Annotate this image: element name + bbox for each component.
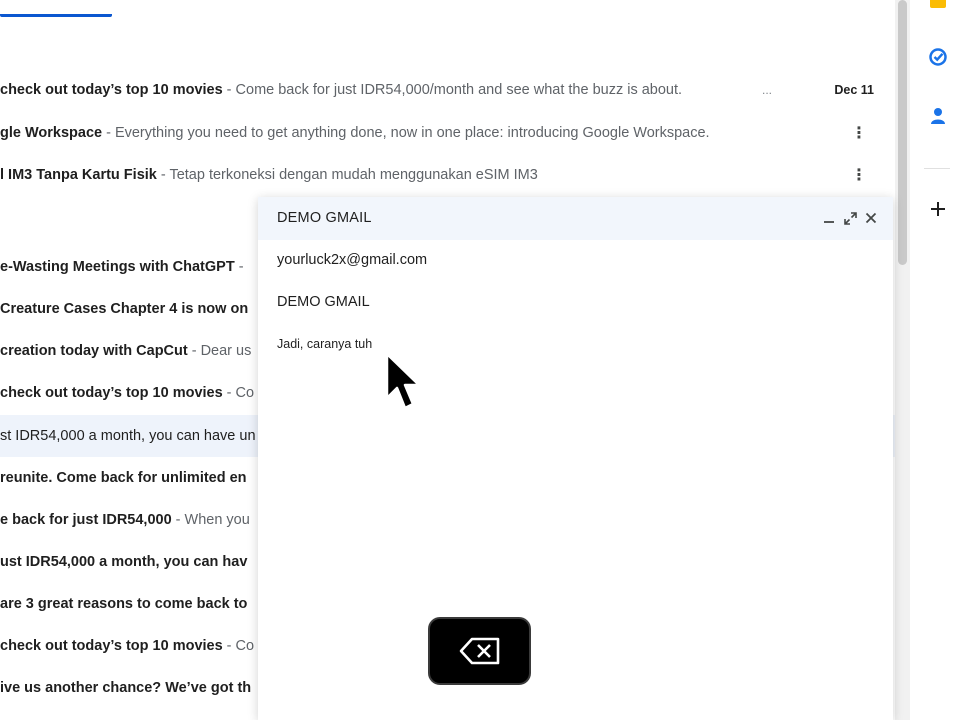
close-icon[interactable] bbox=[863, 209, 879, 227]
email-snippet: - When you bbox=[175, 512, 250, 528]
backspace-key-overlay bbox=[428, 617, 531, 685]
compose-title: DEMO GMAIL bbox=[277, 210, 372, 226]
minimize-icon[interactable] bbox=[821, 209, 837, 227]
email-subject: ive us another chance? We’ve got th bbox=[0, 680, 252, 696]
email-snippet: - Tetap terkoneksi dengan mudah mengguna… bbox=[160, 167, 538, 183]
email-snippet: - Everything you need to get anything do… bbox=[106, 125, 710, 141]
active-tab-indicator bbox=[0, 14, 112, 17]
message-body[interactable]: Jadi, caranya tuh bbox=[277, 337, 372, 351]
rail-divider bbox=[924, 168, 950, 169]
email-subject: reunite. Come back for unlimited en bbox=[0, 470, 247, 486]
email-subject: are 3 great reasons to come back to bbox=[0, 596, 248, 612]
email-subject: ust IDR54,000 a month, you can hav bbox=[0, 554, 248, 570]
email-subject: Creature Cases Chapter 4 is now on bbox=[0, 301, 249, 317]
more-vert-icon[interactable]: ⋮ bbox=[851, 165, 867, 185]
email-subject: check out today’s top 10 movies bbox=[0, 82, 223, 98]
email-row[interactable]: check out today’s top 10 movies - Come b… bbox=[0, 69, 895, 111]
email-snippet: - Co bbox=[226, 385, 255, 401]
email-row[interactable]: gle Workspace - Everything you need to g… bbox=[0, 112, 895, 154]
contacts-icon[interactable] bbox=[928, 106, 948, 126]
email-subject: e-Wasting Meetings with ChatGPT bbox=[0, 259, 235, 275]
email-subject: l IM3 Tanpa Kartu Fisik bbox=[0, 167, 157, 183]
inbox-scrollbar-thumb[interactable] bbox=[898, 0, 907, 265]
keep-icon[interactable] bbox=[928, 0, 948, 12]
email-date: Dec 11 bbox=[834, 83, 874, 97]
email-row[interactable]: l IM3 Tanpa Kartu Fisik - Tetap terkonek… bbox=[0, 154, 895, 196]
email-snippet: - Dear us bbox=[191, 343, 252, 359]
more-vert-icon[interactable]: ⋮ bbox=[851, 123, 867, 143]
add-icon[interactable] bbox=[928, 199, 948, 219]
compose-header[interactable]: DEMO GMAIL bbox=[258, 197, 893, 240]
mouse-cursor-icon bbox=[385, 352, 421, 410]
email-subject: gle Workspace bbox=[0, 125, 103, 141]
expand-icon[interactable] bbox=[842, 209, 858, 227]
recipient-field[interactable]: yourluck2x@gmail.com bbox=[277, 252, 427, 268]
email-snippet: st IDR54,000 a month, you can have un bbox=[0, 428, 256, 444]
email-subject: e back for just IDR54,000 bbox=[0, 512, 172, 528]
email-subject: check out today’s top 10 movies bbox=[0, 385, 223, 401]
email-subject: check out today’s top 10 movies bbox=[0, 638, 223, 654]
tasks-icon[interactable] bbox=[928, 47, 948, 67]
subject-field[interactable]: DEMO GMAIL bbox=[277, 294, 370, 310]
email-snippet: - Co bbox=[226, 638, 255, 654]
email-snippet: - bbox=[238, 259, 244, 275]
compose-window: DEMO GMAIL yourluck2x@gmail.com DEMO GMA… bbox=[258, 197, 893, 720]
email-subject: creation today with CapCut bbox=[0, 343, 188, 359]
backspace-icon bbox=[459, 637, 499, 665]
email-snippet: - Come back for just IDR54,000/month and… bbox=[226, 82, 683, 98]
truncation-ellipsis: ... bbox=[762, 83, 773, 97]
